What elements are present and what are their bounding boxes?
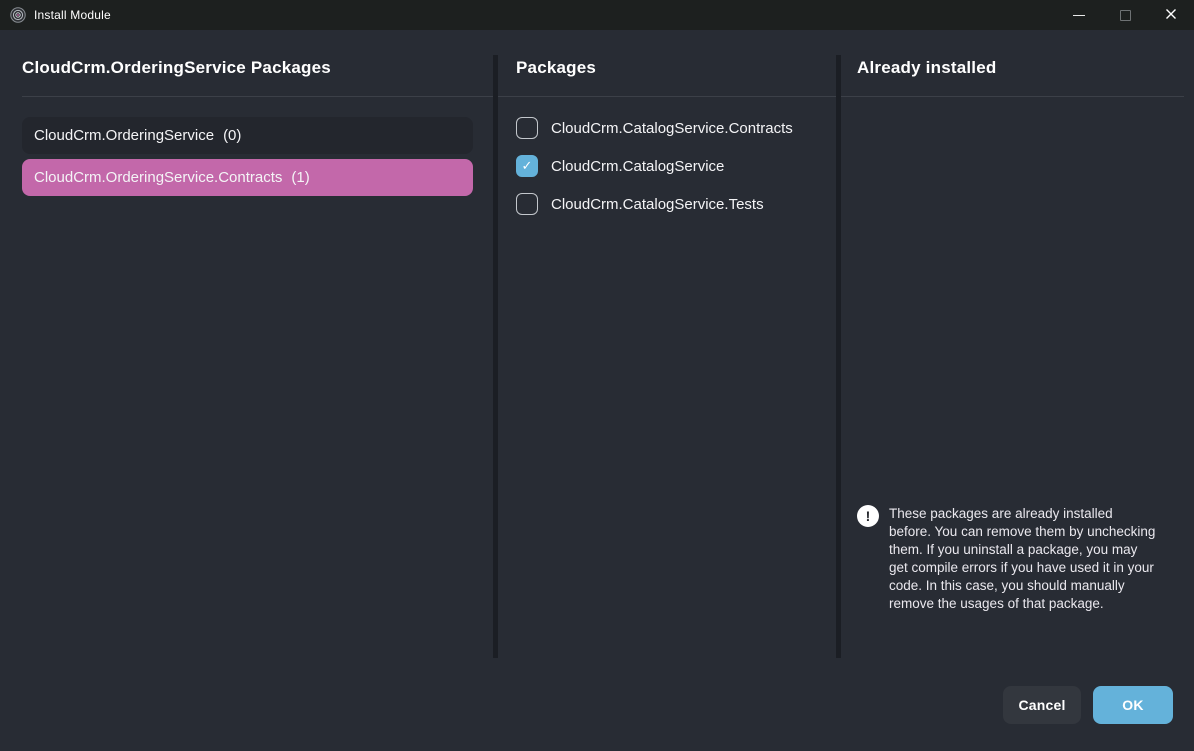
modules-list: CloudCrm.OrderingService (0) CloudCrm.Or…	[22, 117, 493, 196]
dialog-body: CloudCrm.OrderingService Packages CloudC…	[0, 30, 1194, 751]
info-note-text: These packages are already installed bef…	[889, 505, 1157, 613]
package-checkbox[interactable]	[516, 193, 538, 215]
package-checkbox[interactable]	[516, 117, 538, 139]
module-item-orderingservice[interactable]: CloudCrm.OrderingService (0)	[22, 117, 473, 154]
module-item-count: (0)	[223, 127, 241, 144]
minimize-button[interactable]	[1056, 0, 1102, 30]
module-item-orderingservice-contracts[interactable]: CloudCrm.OrderingService.Contracts (1)	[22, 159, 473, 196]
packages-column: Packages CloudCrm.CatalogService.Contrac…	[498, 30, 836, 751]
package-label: CloudCrm.CatalogService	[551, 158, 724, 175]
window-controls	[1056, 0, 1194, 30]
packages-column-title: Packages	[498, 58, 836, 97]
dialog-footer: Cancel OK	[1003, 686, 1173, 724]
info-icon: !	[857, 505, 879, 527]
package-row[interactable]: CloudCrm.CatalogService.Contracts	[516, 117, 836, 139]
ok-button[interactable]: OK	[1093, 686, 1173, 724]
cancel-button[interactable]: Cancel	[1003, 686, 1081, 724]
packages-list: CloudCrm.CatalogService.Contracts CloudC…	[498, 117, 836, 215]
close-icon	[1165, 8, 1177, 23]
module-item-label: CloudCrm.OrderingService.Contracts	[34, 169, 282, 186]
info-note: ! These packages are already installed b…	[857, 505, 1162, 613]
maximize-icon	[1120, 10, 1131, 21]
window-title: Install Module	[34, 8, 111, 22]
close-button[interactable]	[1148, 0, 1194, 30]
maximize-button[interactable]	[1102, 0, 1148, 30]
app-logo-icon	[10, 7, 26, 23]
package-row[interactable]: CloudCrm.CatalogService.Tests	[516, 193, 836, 215]
module-item-count: (1)	[291, 169, 309, 186]
modules-column: CloudCrm.OrderingService Packages CloudC…	[0, 30, 493, 751]
install-module-dialog: Install Module CloudCrm.OrderingService …	[0, 0, 1194, 751]
module-item-label: CloudCrm.OrderingService	[34, 127, 214, 144]
package-label: CloudCrm.CatalogService.Tests	[551, 196, 764, 213]
already-installed-column: Already installed ! These packages are a…	[841, 30, 1194, 751]
minimize-icon	[1073, 15, 1085, 16]
titlebar: Install Module	[0, 0, 1194, 30]
package-label: CloudCrm.CatalogService.Contracts	[551, 120, 793, 137]
package-row[interactable]: CloudCrm.CatalogService	[516, 155, 836, 177]
modules-column-title: CloudCrm.OrderingService Packages	[22, 58, 493, 97]
package-checkbox[interactable]	[516, 155, 538, 177]
already-installed-title: Already installed	[841, 58, 1184, 97]
